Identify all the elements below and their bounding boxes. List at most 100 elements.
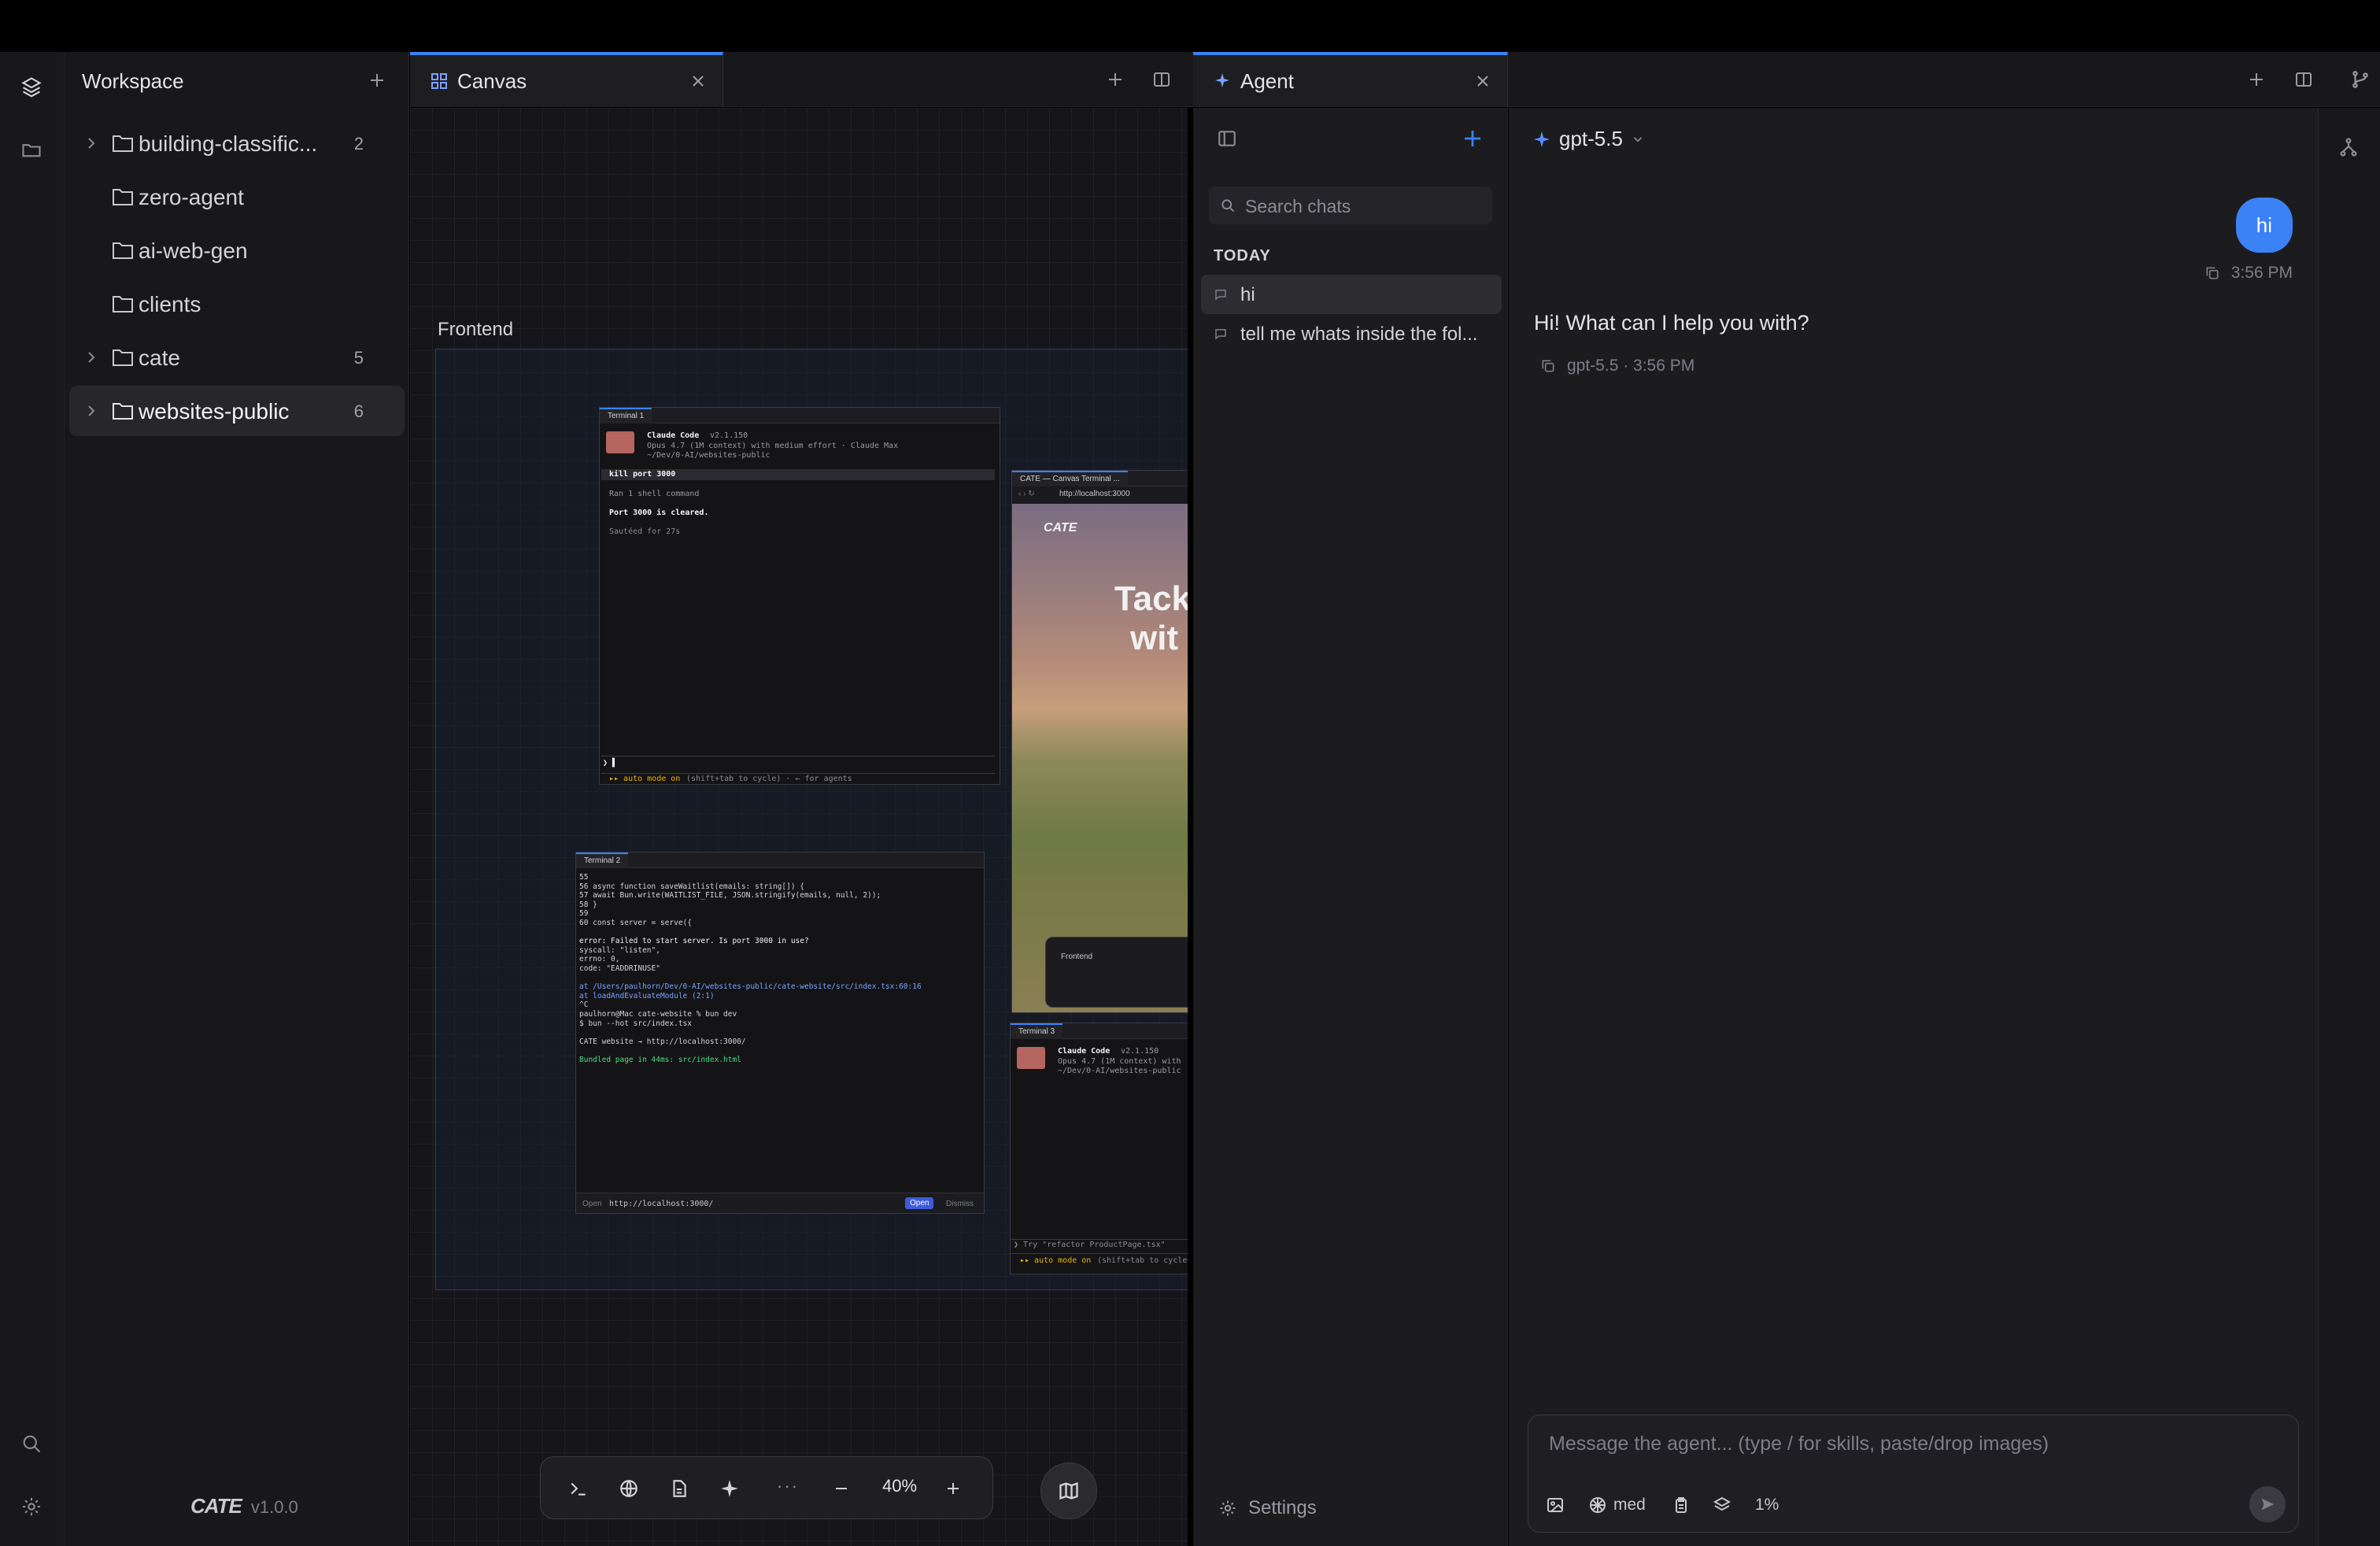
more-button[interactable]: ··· — [777, 1476, 799, 1496]
sparkle-icon[interactable] — [715, 1474, 744, 1503]
terminal-icon[interactable] — [564, 1474, 593, 1503]
chevron-right-icon[interactable] — [83, 403, 99, 419]
new-chat-button[interactable] — [1461, 127, 1484, 150]
dismiss-button[interactable]: Dismiss — [946, 1200, 974, 1208]
new-tab-button[interactable] — [2245, 68, 2268, 91]
tree-item-ai-web-gen[interactable]: ai-web-gen — [69, 225, 405, 276]
sidebar-title: Workspace — [82, 69, 184, 93]
window-titlebar[interactable]: Terminal 1 — [600, 408, 1000, 423]
map-icon[interactable] — [1040, 1463, 1097, 1519]
sparkle-icon — [1534, 131, 1550, 147]
split-icon[interactable] — [1150, 68, 1173, 91]
tree-item-count: 5 — [353, 348, 364, 368]
copy-icon[interactable] — [2204, 265, 2220, 281]
split-icon[interactable] — [2292, 68, 2315, 91]
terminal-line: 57 await Bun.write(WAITLIST_FILE, JSON.s… — [579, 891, 881, 901]
layers-icon[interactable] — [1713, 1494, 1731, 1516]
tab-agent[interactable]: Agent — [1193, 52, 1508, 107]
workspace-sidebar: Workspace building-classific... 2 zero-a… — [65, 52, 409, 1546]
add-folder-button[interactable] — [363, 66, 391, 94]
search-chats-input[interactable]: Search chats — [1209, 187, 1492, 224]
terminal-line: 55 — [579, 873, 589, 882]
tab-canvas[interactable]: Canvas — [410, 52, 723, 107]
terminal-line: errno: 0, — [579, 955, 620, 964]
sidebar-toggle-icon[interactable] — [1217, 128, 1237, 149]
canvas-dock: ··· 40% — [540, 1456, 993, 1519]
tab-label: Canvas — [457, 69, 527, 93]
gear-icon[interactable] — [16, 1491, 47, 1522]
url-bar[interactable]: http://localhost:3000 — [1059, 490, 1130, 498]
settings-button[interactable]: Settings — [1218, 1497, 1317, 1519]
terminal-window-3[interactable]: Terminal 3 Claude Code v2.1.150 Opus 4.7… — [1010, 1023, 1188, 1274]
chat-main: gpt-5.5 hi 3:56 PM Hi! What can I help y… — [1509, 108, 2318, 1546]
tree-item-clients[interactable]: clients — [69, 279, 405, 329]
window-tab[interactable]: Terminal 1 — [600, 408, 652, 423]
chevron-right-icon[interactable] — [83, 135, 99, 151]
search-placeholder: Search chats — [1245, 196, 1351, 216]
canvas-area[interactable]: Frontend Terminal 1 Claude Code v2.1.150… — [410, 108, 1188, 1546]
user-message-time: 3:56 PM — [2230, 264, 2293, 282]
close-icon[interactable] — [689, 72, 707, 90]
terminal-window-2[interactable]: Terminal 2 55 56 async function saveWaitl… — [575, 852, 985, 1214]
nav-arrows-icon[interactable]: ‹ › ↻ — [1018, 490, 1035, 498]
minus-icon[interactable] — [827, 1474, 856, 1503]
terminal-line: at /Users/paulhorn/Dev/0-AI/websites-pub… — [579, 982, 922, 992]
app-name: Claude Code — [647, 431, 700, 440]
folder-icon — [113, 350, 133, 366]
globe-icon[interactable] — [615, 1474, 643, 1503]
window-titlebar[interactable]: Terminal 2 — [576, 853, 984, 868]
new-tab-button[interactable] — [1103, 68, 1127, 91]
send-button[interactable] — [2249, 1486, 2286, 1522]
tree-item-websites-public[interactable]: websites-public 6 — [69, 386, 405, 436]
layers-icon[interactable] — [16, 71, 47, 102]
window-tab[interactable]: CATE — Canvas Terminal ... — [1012, 471, 1128, 486]
terminal-line: 60 const server = serve({ — [579, 919, 692, 927]
search-icon[interactable] — [16, 1428, 47, 1459]
window-tab[interactable]: Terminal 3 — [1011, 1023, 1063, 1039]
window-titlebar[interactable]: CATE — Canvas Terminal ... — [1012, 471, 1188, 486]
tree-item-count: 6 — [353, 401, 364, 421]
effort-selector[interactable]: med — [1588, 1494, 1646, 1516]
prompt-caret[interactable]: ❯ ▌ — [603, 759, 617, 767]
notice-url[interactable]: http://localhost:3000/ — [609, 1200, 713, 1208]
close-icon[interactable] — [1474, 72, 1491, 90]
tree-item-cate[interactable]: cate 5 — [69, 332, 405, 383]
chat-item[interactable]: hi — [1201, 275, 1502, 314]
open-button[interactable]: Open — [905, 1197, 934, 1209]
prompt-hint[interactable]: ❯ Try "refactor ProductPage.tsx" — [1014, 1241, 1166, 1249]
git-branch-icon[interactable] — [2349, 68, 2372, 91]
site-logo: CATE — [1044, 521, 1077, 534]
document-icon[interactable] — [665, 1474, 693, 1503]
context-usage: 1% — [1755, 1496, 1779, 1514]
chevron-right-icon[interactable] — [83, 350, 99, 365]
folder-icon[interactable] — [16, 134, 47, 165]
image-attach-icon[interactable] — [1546, 1494, 1565, 1516]
model-selector[interactable]: gpt-5.5 — [1532, 127, 1645, 151]
app-logo: CATE — [190, 1494, 242, 1518]
auto-mode-hint: (shift+tab to cycle) · ← for agents — [686, 775, 852, 783]
model-line: Opus 4.7 (1M context) with — [1058, 1057, 1181, 1066]
sauteed-line: Sautéed for 27s — [609, 527, 681, 536]
tree-item-building-classific[interactable]: building-classific... 2 — [69, 118, 405, 168]
send-icon — [2261, 1498, 2275, 1511]
clipboard-icon[interactable] — [1672, 1494, 1691, 1516]
window-tab[interactable]: Terminal 2 — [576, 853, 629, 868]
plus-icon[interactable] — [939, 1474, 967, 1503]
window-titlebar[interactable]: Terminal 3 — [1011, 1023, 1188, 1039]
notice-label: Open — [582, 1200, 602, 1208]
terminal-window-1[interactable]: Terminal 1 Claude Code v2.1.150 Opus 4.7… — [599, 407, 1000, 785]
tree-item-zero-agent[interactable]: zero-agent — [69, 172, 405, 222]
copy-icon[interactable] — [1540, 358, 1556, 374]
chat-item-title: hi — [1240, 284, 1255, 305]
gear-icon — [1220, 1500, 1236, 1516]
terminal-line: 56 async function saveWaitlist(emails: s… — [579, 882, 804, 891]
title-bar — [0, 0, 2380, 52]
message-composer[interactable]: Message the agent... (type / for skills,… — [1528, 1415, 2299, 1533]
browser-toolbar: ‹ › ↻ http://localhost:3000 — [1012, 486, 1188, 504]
tab-label: Agent — [1240, 69, 1294, 93]
merge-icon[interactable] — [2338, 136, 2360, 158]
browser-window[interactable]: CATE — Canvas Terminal ... ‹ › ↻ http://… — [1011, 470, 1188, 1013]
prompt-hint-text: Try "refactor ProductPage.tsx" — [1023, 1241, 1166, 1249]
zoom-level: 40% — [882, 1476, 918, 1496]
chat-item[interactable]: tell me whats inside the fol... — [1201, 314, 1502, 353]
